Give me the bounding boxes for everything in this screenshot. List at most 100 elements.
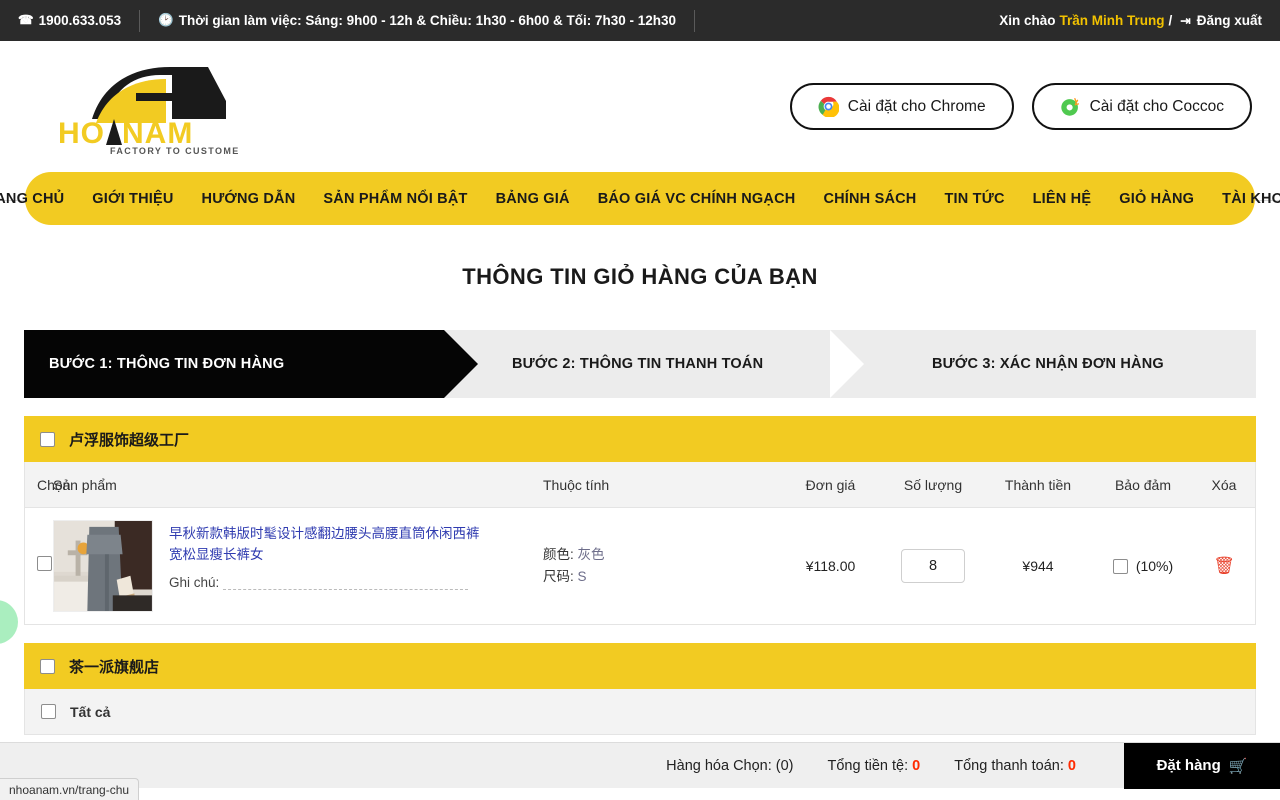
attribute-color: 颜色: 灰色 bbox=[543, 544, 778, 566]
payment-total-label: Tổng thanh toán: bbox=[954, 757, 1064, 774]
column-header-quantity: Số lượng bbox=[903, 476, 963, 493]
row-line-total: ¥944 bbox=[1022, 558, 1054, 574]
shop-2-checkbox[interactable] bbox=[40, 658, 55, 674]
page-root: ☎ 1900.633.053 🕑 Thời gian làm việc: Sán… bbox=[0, 0, 1280, 800]
user-name: Trần Minh Trung bbox=[1059, 13, 1165, 28]
payment-total-value: 0 bbox=[1067, 757, 1076, 774]
shop-1-name: 卢浮服饰超级工厂 bbox=[69, 431, 190, 449]
nav-item-official-shipping-quote[interactable]: BÁO GIÁ VC CHÍNH NGẠCH bbox=[584, 191, 810, 207]
separator-slash: / bbox=[1168, 13, 1173, 28]
product-info: 早秋新款韩版时髦设计感翻边腰头高腰直筒休闲西裤宽松显瘦长裤女 Ghi chú: bbox=[169, 520, 489, 590]
column-header-product: Sản phẩm bbox=[53, 476, 117, 493]
step-3-label: BƯỚC 3: XÁC NHẬN ĐƠN HÀNG bbox=[932, 356, 1164, 372]
install-chrome-button[interactable]: Cài đặt cho Chrome bbox=[789, 83, 1014, 130]
step-1-order-info[interactable]: BƯỚC 1: THÔNG TIN ĐƠN HÀNG bbox=[24, 330, 478, 398]
install-chrome-label: Cài đặt cho Chrome bbox=[847, 97, 986, 115]
install-coccoc-button[interactable]: Cài đặt cho Coccoc bbox=[1031, 83, 1252, 130]
top-bar-left: ☎ 1900.633.053 🕑 Thời gian làm việc: Sán… bbox=[18, 9, 713, 32]
hotline-number: 1900.633.053 bbox=[38, 13, 122, 28]
product-note-label: Ghi chú: bbox=[169, 574, 220, 590]
shop-header-2: 茶一派旗舰店 bbox=[24, 643, 1256, 689]
account-area: Xin chào Trần Minh Trung / ⇥ Đăng xuất bbox=[999, 13, 1262, 28]
column-header-attributes: Thuộc tính bbox=[543, 476, 610, 493]
currency-total-value: 0 bbox=[912, 757, 921, 774]
attribute-size-value: S bbox=[577, 569, 587, 584]
attribute-size: 尺码: S bbox=[543, 566, 778, 588]
insurance-group: (10%) bbox=[1093, 558, 1193, 574]
row-unit-price: ¥118.00 bbox=[805, 558, 856, 574]
site-header: HO NAM FACTORY TO CUSTOMER Cài đặt cho C… bbox=[0, 41, 1280, 172]
select-all-label: Tất cả bbox=[70, 703, 111, 720]
table-row: 早秋新款韩版时髦设计感翻边腰头高腰直筒休闲西裤宽松显瘦长裤女 Ghi chú: … bbox=[24, 508, 1256, 625]
nav-item-about[interactable]: GIỚI THIỆU bbox=[78, 191, 187, 207]
nav-item-home[interactable]: TRANG CHỦ bbox=[0, 191, 78, 207]
shop-header-1: 卢浮服饰超级工厂 bbox=[24, 416, 1256, 462]
quantity-input[interactable] bbox=[901, 549, 965, 583]
status-bar-url: nhoanam.vn/trang-chu bbox=[9, 782, 130, 797]
hotline[interactable]: ☎ 1900.633.053 bbox=[18, 13, 121, 28]
step-2-payment-info[interactable]: BƯỚC 2: THÔNG TIN THANH TOÁN bbox=[444, 330, 864, 398]
site-logo[interactable]: HO NAM FACTORY TO CUSTOMER bbox=[40, 57, 240, 157]
payment-total: Tổng thanh toán: 0 bbox=[954, 758, 1076, 774]
install-buttons: Cài đặt cho Chrome Cài đặt cho Coccoc bbox=[789, 83, 1252, 130]
svg-text:HO: HO bbox=[58, 117, 105, 150]
install-coccoc-label: Cài đặt cho Coccoc bbox=[1089, 97, 1224, 115]
row-product-cell: 早秋新款韩版时髦设计感翻边腰头高腰直筒休闲西裤宽松显瘦长裤女 Ghi chú: bbox=[53, 508, 543, 624]
column-header-select: Chọn bbox=[37, 476, 71, 493]
product-note: Ghi chú: bbox=[169, 575, 489, 590]
top-bar-divider bbox=[139, 9, 141, 32]
cart-icon: 🛒 bbox=[1228, 757, 1248, 775]
nav-item-price-list[interactable]: BẢNG GIÁ bbox=[482, 191, 584, 207]
page-title: THÔNG TIN GIỎ HÀNG CỦA BẠN bbox=[462, 264, 818, 289]
clock-icon: 🕑 bbox=[158, 13, 174, 28]
place-order-label: Đặt hàng bbox=[1156, 757, 1221, 774]
top-bar: ☎ 1900.633.053 🕑 Thời gian làm việc: Sán… bbox=[0, 0, 1280, 41]
select-all-row: Tất cả bbox=[24, 689, 1256, 735]
cart-summary-bar: Hàng hóa Chọn: (0) Tổng tiền tệ: 0 Tổng … bbox=[0, 742, 1280, 789]
trash-icon[interactable]: 🗑 bbox=[1213, 556, 1235, 575]
attribute-color-value: 灰色 bbox=[577, 546, 605, 562]
shop-2-name: 茶一派旗舰店 bbox=[69, 658, 160, 676]
logout-icon[interactable]: ⇥ bbox=[1180, 13, 1190, 28]
nav-item-account[interactable]: TÀI KHOẢN bbox=[1208, 191, 1280, 207]
column-header-insurance: Bảo đảm bbox=[1114, 476, 1172, 493]
column-header-unit-price: Đơn giá bbox=[805, 476, 856, 493]
insurance-rate: (10%) bbox=[1135, 558, 1174, 574]
row-quantity-cell bbox=[883, 549, 983, 583]
chat-widget-icon[interactable] bbox=[0, 600, 18, 644]
step-1-label: BƯỚC 1: THÔNG TIN ĐƠN HÀNG bbox=[49, 356, 285, 372]
selected-count: Hàng hóa Chọn: (0) bbox=[666, 757, 794, 774]
working-hours-text: Thời gian làm việc: Sáng: 9h00 - 12h & C… bbox=[178, 13, 676, 28]
nav-item-guide[interactable]: HƯỚNG DẪN bbox=[188, 191, 310, 207]
row-select-cell bbox=[25, 556, 53, 576]
nav-item-featured-products[interactable]: SẢN PHẨM NỔI BẬT bbox=[309, 191, 481, 207]
attribute-color-label: 颜色: bbox=[543, 546, 574, 562]
insurance-checkbox[interactable] bbox=[1112, 558, 1128, 574]
product-title[interactable]: 早秋新款韩版时髦设计感翻边腰头高腰直筒休闲西裤宽松显瘦长裤女 bbox=[169, 524, 489, 566]
chrome-icon bbox=[818, 96, 839, 117]
column-header-delete: Xóa bbox=[1211, 476, 1237, 493]
place-order-button[interactable]: Đặt hàng 🛒 bbox=[1124, 742, 1280, 789]
main-nav-wrapper: TRANG CHỦ GIỚI THIỆU HƯỚNG DẪN SẢN PHẨM … bbox=[0, 172, 1280, 228]
row-insurance-cell: (10%) bbox=[1093, 558, 1193, 574]
step-3-confirm-order[interactable]: BƯỚC 3: XÁC NHẬN ĐƠN HÀNG bbox=[864, 330, 1256, 398]
nav-item-news[interactable]: TIN TỨC bbox=[930, 191, 1018, 207]
checkout-steps: BƯỚC 1: THÔNG TIN ĐƠN HÀNG BƯỚC 2: THÔNG… bbox=[24, 330, 1256, 398]
nav-item-cart[interactable]: GIỎ HÀNG bbox=[1105, 191, 1208, 207]
column-header-line-total: Thành tiền bbox=[1004, 476, 1072, 493]
logout-link[interactable]: Đăng xuất bbox=[1197, 13, 1262, 28]
nav-item-policy[interactable]: CHÍNH SÁCH bbox=[809, 191, 930, 207]
select-all-checkbox[interactable] bbox=[41, 704, 56, 719]
browser-status-bar: nhoanam.vn/trang-chu bbox=[0, 778, 140, 800]
nav-item-contact[interactable]: LIÊN HỆ bbox=[1019, 191, 1106, 207]
shop-1-checkbox[interactable] bbox=[40, 431, 55, 447]
step-2-label: BƯỚC 2: THÔNG TIN THANH TOÁN bbox=[512, 356, 764, 372]
row-delete-cell: 🗑 bbox=[1193, 556, 1255, 576]
product-block: 早秋新款韩版时髦设计感翻边腰头高腰直筒休闲西裤宽松显瘦长裤女 Ghi chú: bbox=[53, 508, 543, 624]
coccoc-icon bbox=[1060, 97, 1079, 116]
product-thumbnail[interactable] bbox=[53, 520, 153, 612]
product-note-input[interactable] bbox=[223, 575, 469, 590]
currency-total: Tổng tiền tệ: 0 bbox=[828, 758, 921, 774]
row-checkbox[interactable] bbox=[37, 556, 52, 571]
attribute-size-label: 尺码: bbox=[543, 569, 574, 584]
